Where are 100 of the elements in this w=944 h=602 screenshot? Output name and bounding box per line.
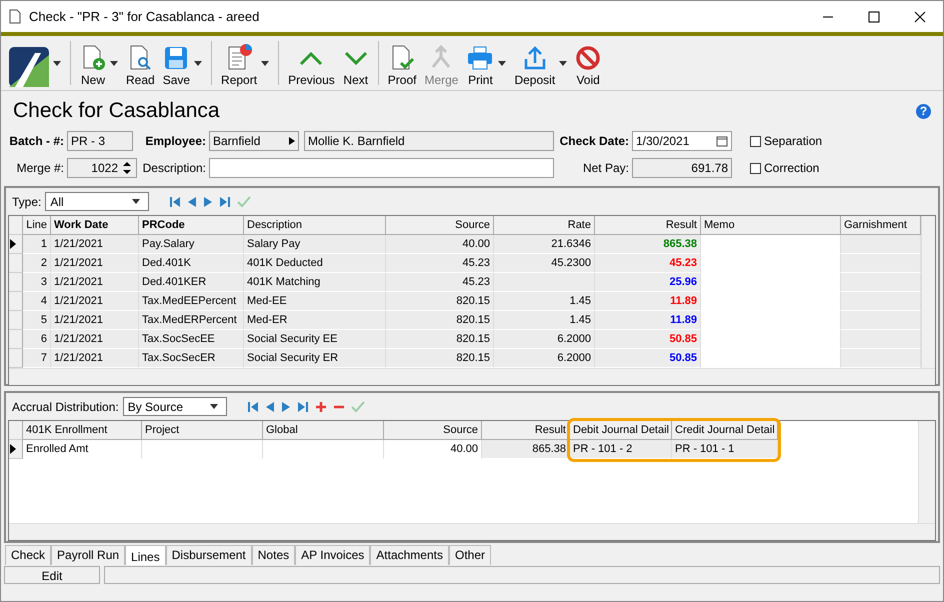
column-header[interactable]: Project	[142, 421, 263, 440]
toolbar-button[interactable]: Void	[571, 39, 606, 87]
caret-icon[interactable]	[194, 60, 202, 66]
batch-field[interactable]: PR - 3	[67, 131, 133, 151]
add-icon[interactable]	[314, 400, 327, 412]
column-header[interactable]: Result	[482, 421, 570, 440]
column-header[interactable]: Work Date	[51, 216, 139, 235]
column-header[interactable]: Debit Journal Detail	[570, 421, 672, 440]
description-field[interactable]	[209, 158, 554, 178]
table-cell: 1/21/2021	[51, 330, 139, 349]
tab[interactable]: Disbursement	[166, 545, 252, 565]
toolbar-button[interactable]: Previous	[284, 39, 339, 87]
column-header[interactable]: Global	[263, 421, 384, 440]
checkbox[interactable]	[750, 162, 761, 174]
row-indicator[interactable]	[9, 440, 23, 459]
table-cell: Ded.401K	[139, 254, 244, 273]
spinner-icon[interactable]	[121, 160, 133, 176]
column-header[interactable]: Garnishment	[841, 216, 921, 235]
toolbar-button[interactable]: Next	[338, 39, 373, 87]
table-cell: 50.85	[595, 330, 701, 349]
table-cell: 6.2000	[494, 349, 595, 368]
table-cell: 1.45	[494, 292, 595, 311]
table-cell: Social Security ER	[244, 349, 386, 368]
tab[interactable]: Notes	[252, 545, 296, 565]
toolbar-button[interactable]: Proof	[384, 39, 420, 87]
previous-record-icon[interactable]	[264, 400, 275, 412]
vertical-scrollbar[interactable]	[921, 216, 935, 368]
table-cell: Tax.MedERPercent	[139, 311, 244, 330]
previous-record-icon[interactable]	[187, 196, 198, 208]
caret-icon[interactable]	[132, 199, 140, 204]
field-label: Employee:	[144, 134, 207, 148]
table-cell: Tax.SocSecER	[139, 349, 244, 368]
table-cell: 11.89	[595, 292, 701, 311]
caret-icon[interactable]	[498, 60, 506, 66]
toolbar-button[interactable]: Report	[217, 39, 262, 87]
table-cell: 1/21/2021	[51, 311, 139, 330]
column-header[interactable]: Memo	[701, 216, 841, 235]
tab[interactable]: AP Invoices	[295, 545, 370, 565]
checkmark-icon[interactable]	[350, 400, 365, 412]
column-header[interactable]: Source	[386, 216, 494, 235]
employee-name-field[interactable]: Mollie K. Barnfield	[304, 131, 554, 151]
toolbar-button[interactable]: Read	[122, 39, 159, 87]
checkmark-icon[interactable]	[237, 196, 252, 208]
table-cell: 45.23	[386, 273, 494, 292]
net-pay-field: 691.78	[632, 158, 732, 178]
column-header[interactable]: 401K Enrollment	[23, 421, 142, 440]
employee-field[interactable]: Barnfield	[209, 131, 299, 151]
table-cell: 11.89	[595, 311, 701, 330]
tab[interactable]: Check	[5, 545, 52, 565]
first-record-icon[interactable]	[246, 400, 259, 412]
horizontal-scrollbar[interactable]	[9, 523, 935, 540]
current-row-icon	[9, 444, 17, 454]
logo-icon[interactable]	[9, 47, 49, 87]
table-cell: 50.85	[595, 349, 701, 368]
table-cell: 3	[23, 273, 51, 292]
caret-icon[interactable]	[210, 404, 218, 409]
caret-icon[interactable]	[559, 60, 568, 66]
tab[interactable]: Other	[448, 545, 491, 565]
vertical-scrollbar[interactable]	[918, 421, 935, 523]
toolbar-button[interactable]: Save	[158, 39, 194, 87]
distribution-dropdown[interactable]: By Source	[122, 397, 227, 416]
calendar-icon[interactable]	[716, 135, 728, 147]
next-record-icon[interactable]	[280, 400, 291, 412]
current-row-icon	[9, 239, 17, 249]
toolbar-button[interactable]: Print	[462, 39, 498, 87]
column-header[interactable]: Line	[23, 216, 51, 235]
toolbar-button[interactable]: New	[76, 39, 110, 87]
next-record-icon[interactable]	[203, 196, 214, 208]
prohibited-icon[interactable]	[575, 45, 602, 71]
table-cell: 45.23	[386, 254, 494, 273]
save-icon[interactable]	[163, 45, 190, 71]
merge-number-field[interactable]: 1022	[67, 158, 137, 178]
field-label: Accrual Distribution:	[12, 400, 119, 414]
row-indicator[interactable]	[9, 235, 23, 254]
date-field[interactable]: 1/30/2021	[632, 131, 732, 151]
tab[interactable]: Lines	[125, 545, 166, 565]
column-header[interactable]: Rate	[494, 216, 595, 235]
tab[interactable]: Attachments	[370, 545, 449, 565]
column-header[interactable]: Description	[244, 216, 386, 235]
checkbox[interactable]	[750, 136, 761, 146]
caret-icon[interactable]	[110, 60, 118, 66]
toolbar-button[interactable]: Deposit	[510, 39, 560, 87]
first-record-icon[interactable]	[169, 196, 182, 208]
last-record-icon[interactable]	[219, 196, 232, 208]
column-header[interactable]: Source	[384, 421, 482, 440]
table-cell: 1/21/2021	[51, 254, 139, 273]
column-header[interactable]: Result	[595, 216, 701, 235]
printer-icon[interactable]	[466, 45, 494, 71]
last-record-icon[interactable]	[296, 400, 309, 412]
horizontal-scrollbar[interactable]	[9, 368, 935, 385]
tab[interactable]: Payroll Run	[51, 545, 126, 565]
column-header[interactable]: PRCode	[139, 216, 244, 235]
triangle-icon[interactable]	[289, 137, 295, 145]
caret-icon[interactable]	[53, 60, 61, 66]
help-icon[interactable]: ?	[916, 104, 931, 118]
caret-icon[interactable]	[261, 60, 270, 66]
type-dropdown[interactable]: All	[45, 192, 150, 211]
table-cell: 820.15	[386, 349, 494, 368]
page-heading: Check for Casablanca	[13, 99, 220, 123]
column-header[interactable]: Credit Journal Detail	[672, 421, 778, 440]
